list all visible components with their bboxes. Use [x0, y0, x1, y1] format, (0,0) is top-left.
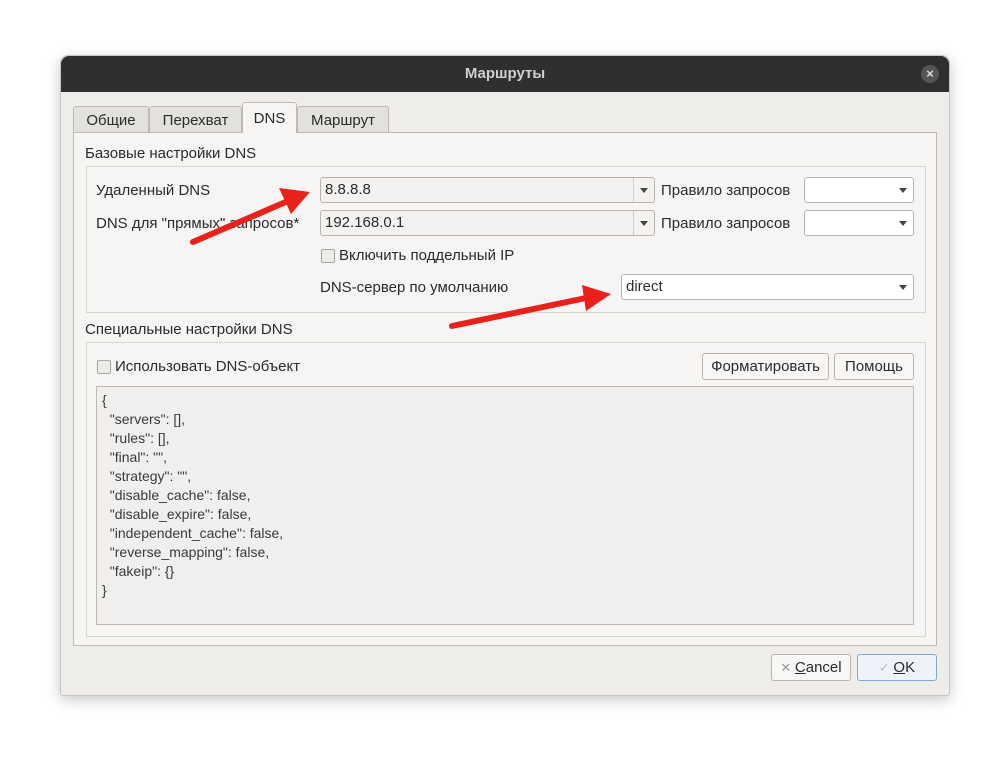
tab-label: DNS: [253, 110, 286, 127]
annotation-arrow-remote-dns: [190, 188, 310, 245]
annotation-arrows: [190, 188, 611, 329]
annotation-arrow-default-dns: [449, 285, 611, 329]
tab-dns[interactable]: DNS: [242, 102, 297, 133]
